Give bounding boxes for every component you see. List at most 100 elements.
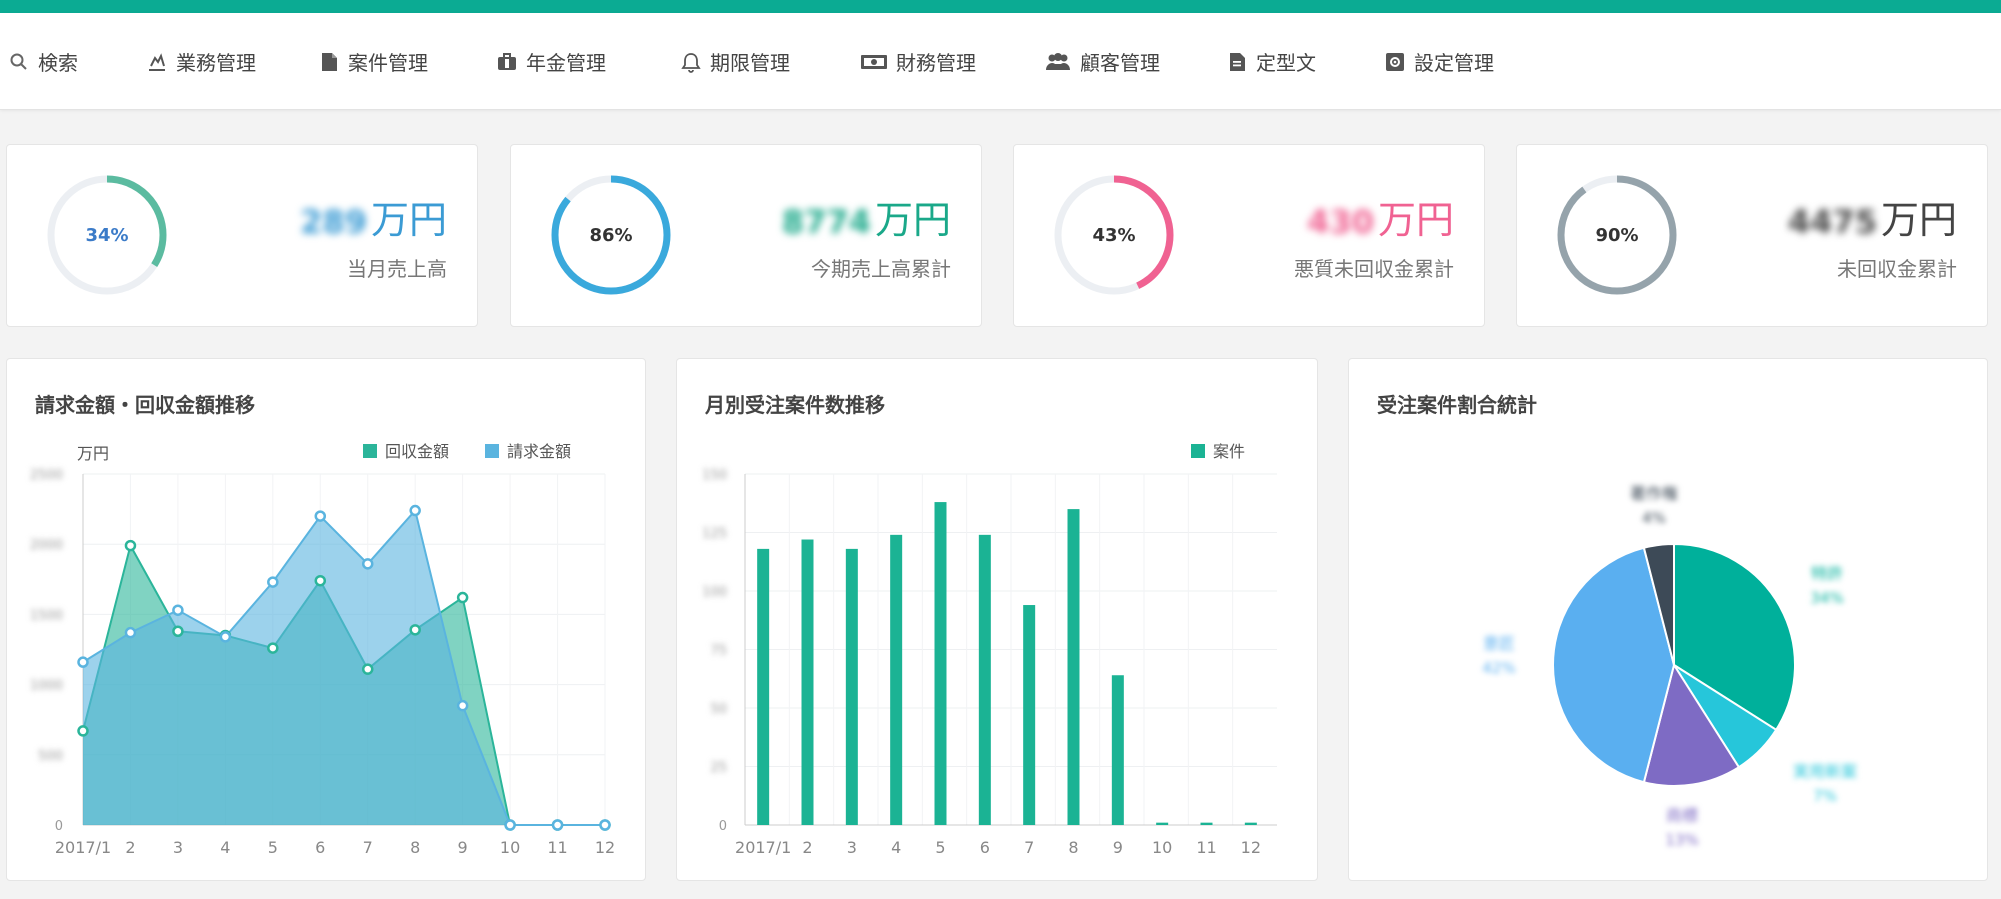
tasks-icon	[146, 51, 168, 73]
bar[interactable]	[978, 534, 991, 825]
x-tick-label: 9	[1113, 838, 1123, 857]
panel-monthly-cases: 月別受注案件数推移 0 25 50 75 100 125 150 2017/1 2 3 4 5 6 7 8 9…	[676, 358, 1318, 881]
kpi-amount: 289 万円	[300, 189, 447, 244]
legend-swatch	[485, 444, 499, 458]
x-tick-label: 11	[547, 838, 567, 857]
bar[interactable]	[801, 539, 814, 825]
data-point[interactable]	[361, 558, 374, 570]
data-point[interactable]	[124, 626, 137, 639]
slice-name: 著作権	[1630, 484, 1678, 503]
x-tick-label: 2017/1	[55, 838, 111, 857]
x-tick-label: 10	[500, 838, 520, 857]
y-tick-label: 1500	[30, 608, 63, 623]
y-tick-label: 75	[710, 644, 727, 659]
x-tick-label: 5	[268, 838, 278, 857]
y-tick-label: 50	[710, 702, 727, 717]
data-point[interactable]	[456, 699, 469, 712]
y-tick-label: 0	[55, 819, 63, 834]
data-point[interactable]	[456, 591, 469, 604]
nav-item-finance[interactable]: 財務管理	[860, 13, 976, 110]
bar[interactable]	[890, 534, 903, 825]
money-icon	[860, 51, 888, 73]
nav-item-search[interactable]: 検索	[8, 13, 78, 110]
nav-item-pension[interactable]: 年金管理	[496, 13, 606, 110]
data-point[interactable]	[504, 819, 516, 831]
nav-item-customers[interactable]: 顧客管理	[1044, 13, 1160, 110]
bar[interactable]	[1200, 822, 1213, 825]
x-tick-label: 3	[847, 838, 857, 857]
y-tick-label: 500	[38, 749, 63, 764]
data-point[interactable]	[77, 656, 89, 668]
nav-item-label: 財務管理	[896, 51, 976, 75]
bar[interactable]	[1244, 822, 1257, 825]
x-tick-label: 6	[980, 838, 990, 857]
data-point[interactable]	[599, 819, 611, 831]
kpi-label: 当月売上高	[347, 257, 447, 281]
bar[interactable]	[1067, 509, 1080, 825]
x-tick-label: 2	[802, 838, 812, 857]
kpi-card-bad-debt: 43% 430 万円 悪質未回収金累計	[1013, 144, 1485, 327]
nav-item-label: 定型文	[1256, 51, 1316, 75]
kpi-card-period-sales: 86% 8774 万円 今期売上高累計	[510, 144, 982, 327]
data-point[interactable]	[219, 631, 232, 643]
nav-item-deadlines[interactable]: 期限管理	[680, 13, 790, 110]
bar[interactable]	[757, 548, 770, 825]
slice-percent: 34%	[1810, 589, 1843, 607]
bar[interactable]	[845, 548, 858, 825]
slice-percent: 42%	[1482, 659, 1515, 677]
data-point[interactable]	[409, 624, 421, 636]
data-point[interactable]	[551, 819, 564, 831]
data-point[interactable]	[267, 642, 279, 654]
x-tick-label: 4	[220, 838, 230, 857]
nav-item-templates[interactable]: 定型文	[1226, 13, 1316, 110]
progress-percent: 43%	[1092, 224, 1136, 246]
nav-item-label: 年金管理	[526, 51, 606, 75]
y-axis-label: 万円	[77, 444, 109, 463]
progress-percent: 34%	[85, 224, 129, 246]
x-tick-label: 12	[1241, 838, 1261, 857]
kpi-amount: 4475 万円	[1788, 189, 1957, 244]
kpi-amount-unit: 万円	[1880, 198, 1957, 242]
kpi-amount-value: 289	[300, 203, 367, 241]
x-tick-label: 5	[935, 838, 945, 857]
slice-name: 意匠	[1483, 634, 1515, 653]
y-tick-label: 100	[702, 585, 727, 600]
kpi-amount-value: 430	[1307, 203, 1374, 241]
legend-swatch	[363, 444, 377, 458]
kpi-amount-unit: 万円	[874, 198, 951, 242]
data-point[interactable]	[77, 725, 89, 737]
data-point[interactable]	[314, 574, 327, 587]
data-point[interactable]	[172, 625, 184, 637]
slice-name: 商標	[1666, 806, 1698, 825]
y-tick-label: 1000	[30, 679, 63, 694]
kpi-amount: 8774 万円	[782, 189, 951, 244]
data-point[interactable]	[172, 604, 184, 616]
nav-item-label: 期限管理	[710, 51, 790, 75]
data-point[interactable]	[314, 510, 327, 522]
x-tick-label: 3	[173, 838, 183, 857]
legend-label[interactable]: 請求金額	[507, 442, 571, 461]
data-point[interactable]	[409, 504, 421, 517]
bar[interactable]	[934, 502, 947, 825]
nav-item-cases[interactable]: 案件管理	[318, 13, 428, 110]
nav-item-settings[interactable]: 設定管理	[1384, 13, 1494, 110]
kpi-label: 未回収金累計	[1837, 257, 1957, 281]
bell-icon	[680, 51, 702, 73]
data-point[interactable]	[267, 576, 279, 588]
y-tick-label: 150	[702, 468, 727, 483]
progress-percent: 86%	[589, 224, 633, 246]
bar[interactable]	[1023, 605, 1036, 825]
y-tick-label: 2500	[30, 468, 63, 483]
kpi-amount-value: 8774	[781, 203, 871, 241]
gear-icon	[1384, 51, 1406, 73]
data-point[interactable]	[124, 539, 137, 552]
nav-item-tasks[interactable]: 業務管理	[146, 13, 256, 110]
legend-label[interactable]: 案件	[1213, 442, 1245, 461]
legend-label[interactable]: 回収金額	[385, 442, 449, 461]
panel-billing-trend: 請求金額・回収金額推移 0 500 1000 1500 2000 2500 2017/1 2 3…	[6, 358, 646, 881]
bar[interactable]	[1156, 822, 1169, 825]
bar[interactable]	[1111, 675, 1124, 825]
kpi-amount-unit: 万円	[1377, 198, 1454, 242]
bar-chart: 0 25 50 75 100 125 150 2017/1 2 3 4 5 6 7 8 9 10 11 12 案件	[702, 442, 1277, 857]
data-point[interactable]	[361, 663, 374, 675]
